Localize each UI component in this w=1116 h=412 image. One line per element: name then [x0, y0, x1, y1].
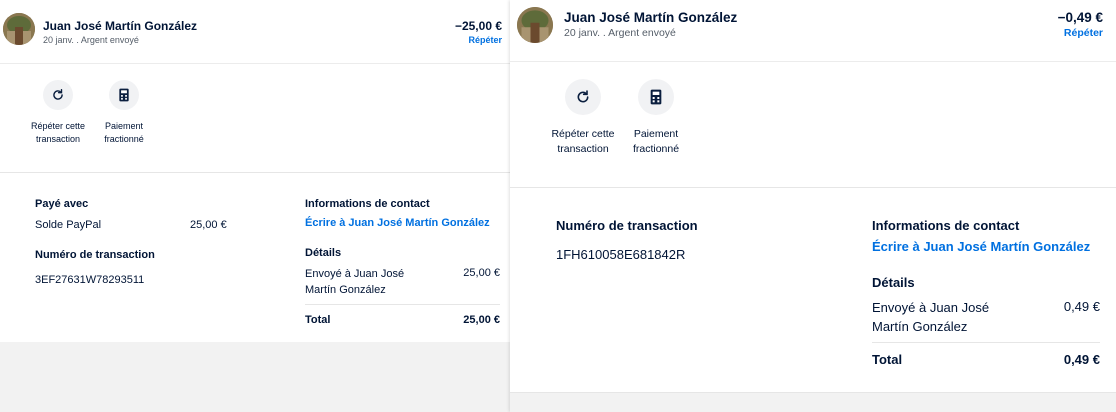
- sent-amount: 25,00 €: [463, 267, 500, 279]
- page-background-strip: [510, 392, 1116, 412]
- transaction-amount: −0,49 €: [1057, 10, 1103, 25]
- payment-method: Solde PayPal: [35, 219, 102, 231]
- refresh-icon: [565, 79, 601, 115]
- total-label: Total: [305, 314, 331, 326]
- split-payment-label: Paiement fractionné: [104, 121, 144, 145]
- divider: [0, 172, 510, 173]
- details-title: Détails: [872, 275, 915, 290]
- counterparty-name: Juan José Martín González: [564, 10, 738, 25]
- contact-link[interactable]: Écrire à Juan José Martín González: [305, 217, 490, 229]
- split-payment-label: Paiement fractionné: [632, 128, 680, 156]
- contact-link[interactable]: Écrire à Juan José Martín González: [872, 239, 1090, 254]
- refresh-icon: [43, 80, 73, 110]
- transaction-panel-left: Juan José Martín González 20 janv. . Arg…: [0, 0, 510, 342]
- transaction-subtitle: 20 janv. . Argent envoyé: [43, 35, 139, 45]
- details-title: Détails: [305, 247, 342, 259]
- counterparty-name: Juan José Martín González: [43, 19, 198, 33]
- repeat-link[interactable]: Répéter: [1064, 27, 1103, 39]
- contact-info-title: Informations de contact: [305, 198, 430, 210]
- total-amount: 25,00 €: [463, 314, 500, 326]
- avatar: [3, 13, 35, 45]
- transaction-number: 1FH610058E681842R: [556, 247, 686, 262]
- transaction-number: 3EF27631W78293511: [35, 274, 145, 286]
- transaction-number-title: Numéro de transaction: [35, 249, 155, 261]
- transaction-header: Juan José Martín González 20 janv. . Arg…: [0, 0, 510, 64]
- avatar: [517, 7, 553, 43]
- repeat-transaction-button[interactable]: Répéter cette transaction: [551, 79, 615, 157]
- divider: [510, 187, 1116, 188]
- calculator-icon: [109, 80, 139, 110]
- repeat-link[interactable]: Répéter: [468, 35, 502, 45]
- split-payment-button[interactable]: Paiement fractionné: [624, 79, 688, 157]
- sent-amount: 0,49 €: [1063, 299, 1100, 314]
- total-amount: 0,49 €: [1063, 352, 1100, 367]
- paid-with-title: Payé avec: [35, 198, 89, 210]
- sent-to-label: Envoyé à Juan José Martín González: [305, 268, 405, 296]
- repeat-transaction-button[interactable]: Répéter cette transaction: [30, 80, 86, 146]
- transaction-panel-right: Juan José Martín González 20 janv. . Arg…: [510, 0, 1116, 412]
- transaction-subtitle: 20 janv. . Argent envoyé: [564, 27, 676, 39]
- payment-method-amount: 25,00 €: [190, 219, 227, 231]
- sent-to-label: Envoyé à Juan José Martín González: [872, 300, 990, 334]
- contact-info-title: Informations de contact: [872, 218, 1020, 233]
- transaction-amount: −25,00 €: [454, 19, 502, 33]
- avatar-photo: [3, 13, 35, 45]
- repeat-transaction-label: Répéter cette transaction: [551, 128, 615, 156]
- repeat-transaction-label: Répéter cette transaction: [30, 121, 86, 145]
- details-rule: [305, 304, 500, 305]
- transaction-header: Juan José Martín González 20 janv. . Arg…: [510, 0, 1116, 62]
- calculator-icon: [638, 79, 674, 115]
- details-rule: [872, 342, 1100, 343]
- avatar-photo: [517, 7, 553, 43]
- transaction-number-title: Numéro de transaction: [556, 218, 698, 233]
- total-label: Total: [872, 352, 903, 367]
- split-payment-button[interactable]: Paiement fractionné: [96, 80, 152, 146]
